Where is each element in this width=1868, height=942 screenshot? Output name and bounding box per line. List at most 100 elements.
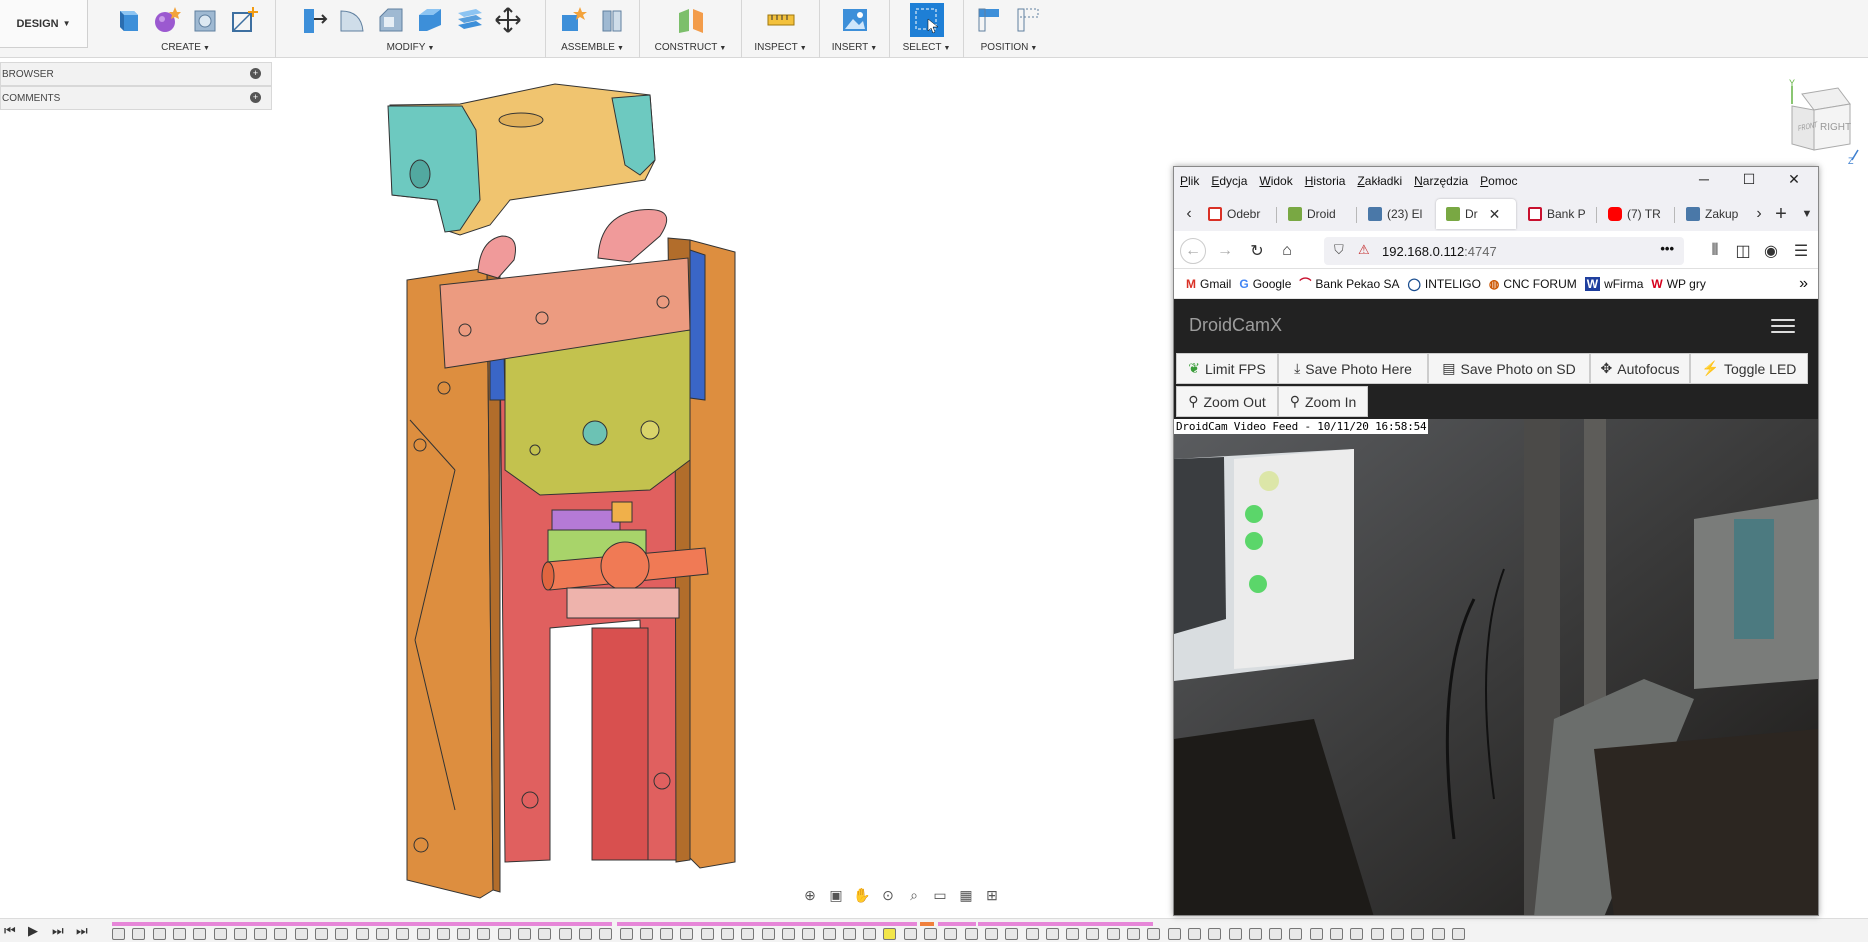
back-icon[interactable]: ← xyxy=(1180,238,1206,264)
expand-comments-icon[interactable]: + xyxy=(250,92,261,103)
create-sketch-icon[interactable] xyxy=(229,5,259,35)
new-component-assemble-icon[interactable] xyxy=(558,5,588,35)
timeline-feature-icon[interactable] xyxy=(781,928,795,940)
timeline-feature-icon[interactable] xyxy=(193,928,207,940)
hamburger-menu-icon[interactable] xyxy=(1768,315,1798,337)
save-photo-here-button[interactable]: ⤓ Save Photo Here xyxy=(1278,353,1428,384)
menu-plik[interactable]: Plik xyxy=(1180,174,1199,188)
viewports-icon[interactable]: ⊞ xyxy=(982,886,1002,904)
shell-icon[interactable] xyxy=(415,5,445,35)
forward-icon[interactable]: → xyxy=(1212,238,1238,264)
tracking-shield-icon[interactable]: ⛉ xyxy=(1334,242,1344,258)
timeline-feature-icon[interactable] xyxy=(599,928,613,940)
group-label-construct[interactable]: CONSTRUCT xyxy=(655,42,718,53)
select-icon[interactable] xyxy=(909,3,944,37)
url-bar[interactable]: ⛉ ⚠ 192.168.0.112:4747 ••• xyxy=(1324,237,1684,265)
autofocus-button[interactable]: ✥ Autofocus xyxy=(1590,353,1690,384)
timeline-feature-icon[interactable] xyxy=(172,928,186,940)
insecure-lock-icon[interactable]: ⚠ xyxy=(1358,242,1370,258)
timeline-feature-icon[interactable] xyxy=(761,928,775,940)
menu-historia[interactable]: Historia xyxy=(1305,174,1346,188)
new-component-icon[interactable] xyxy=(112,5,142,35)
timeline-feature-icon[interactable] xyxy=(1431,928,1445,940)
next-step-icon[interactable]: ⏭ xyxy=(52,923,64,939)
menu-zakladki[interactable]: Zakładki xyxy=(1357,174,1402,188)
minimize-icon[interactable]: ─ xyxy=(1684,171,1724,191)
timeline-feature-icon[interactable] xyxy=(944,928,958,940)
library-icon[interactable]: ⫴ xyxy=(1702,238,1728,264)
timeline-feature-icon[interactable] xyxy=(294,928,308,940)
timeline-feature-icon[interactable] xyxy=(1187,928,1201,940)
reload-icon[interactable]: ↻ xyxy=(1244,238,1270,264)
timeline-feature-icon[interactable] xyxy=(396,928,410,940)
list-tabs-icon[interactable]: ▼ xyxy=(1794,201,1818,227)
group-label-select[interactable]: SELECT xyxy=(903,42,942,53)
timeline-feature-icon[interactable] xyxy=(335,928,349,940)
zoom-in-button[interactable]: ⚲ Zoom In xyxy=(1278,386,1368,417)
timeline-feature-icon[interactable] xyxy=(1411,928,1425,940)
timeline-feature-icon[interactable] xyxy=(639,928,653,940)
sidebar-icon[interactable]: ◫ xyxy=(1730,238,1756,264)
workspace-switcher[interactable]: DESIGN ▼ xyxy=(0,0,88,48)
timeline-feature-icon[interactable] xyxy=(1451,928,1465,940)
timeline-feature-icon[interactable] xyxy=(1066,928,1080,940)
timeline-feature-icon[interactable] xyxy=(1045,928,1059,940)
tab-el[interactable]: (23) El xyxy=(1358,199,1434,229)
timeline-feature-icon[interactable] xyxy=(984,928,998,940)
timeline-feature-icon[interactable] xyxy=(538,928,552,940)
tab-droidcam-1[interactable]: Droid xyxy=(1278,199,1354,229)
timeline-feature-icon[interactable] xyxy=(1127,928,1140,940)
group-label-create[interactable]: CREATE xyxy=(161,42,201,53)
timeline-feature-icon[interactable] xyxy=(924,928,937,940)
bookmark-pekao[interactable]: ⌒ Bank Pekao SA xyxy=(1299,275,1399,292)
close-window-icon[interactable]: ✕ xyxy=(1774,171,1814,191)
timeline-feature-icon[interactable] xyxy=(741,928,755,940)
timeline-feature-icon[interactable] xyxy=(903,928,917,940)
last-step-icon[interactable]: ⏭ xyxy=(76,923,88,939)
timeline-feature-icon[interactable] xyxy=(700,928,714,940)
timeline-feature-icon[interactable] xyxy=(497,928,511,940)
split-body-icon[interactable] xyxy=(454,5,484,35)
timeline-feature-icon[interactable] xyxy=(1025,928,1039,940)
page-actions-icon[interactable]: ••• xyxy=(1660,241,1674,256)
tab-youtube[interactable]: (7) TR xyxy=(1598,199,1672,229)
look-at-icon[interactable]: ▣ xyxy=(826,886,846,904)
viewcube-face-right[interactable]: RIGHT xyxy=(1820,122,1851,133)
timeline-feature-icon[interactable] xyxy=(112,928,125,940)
menu-pomoc[interactable]: Pomoc xyxy=(1480,174,1517,188)
droidcam-brand[interactable]: DroidCamX xyxy=(1189,315,1282,336)
tab-gmail[interactable]: Odebr xyxy=(1198,199,1274,229)
bookmark-google[interactable]: G Google xyxy=(1239,277,1291,291)
first-step-icon[interactable]: ⏮ xyxy=(4,923,16,939)
timeline-feature-icon[interactable] xyxy=(842,928,856,940)
timeline-feature-icon[interactable] xyxy=(355,928,369,940)
group-label-assemble[interactable]: ASSEMBLE xyxy=(561,42,615,53)
timeline-feature-icon[interactable] xyxy=(1330,928,1343,940)
limit-fps-button[interactable]: ❦ Limit FPS xyxy=(1176,353,1278,384)
pan-icon[interactable]: ✋ xyxy=(852,886,872,904)
browser-panel-header[interactable]: BROWSER + xyxy=(0,62,272,86)
fillet-icon[interactable] xyxy=(337,5,367,35)
group-label-inspect[interactable]: INSPECT xyxy=(754,42,797,53)
group-label-position[interactable]: POSITION xyxy=(981,42,1029,53)
maximize-icon[interactable]: ☐ xyxy=(1729,171,1769,191)
timeline-feature-icon[interactable] xyxy=(883,928,897,940)
view-cube[interactable]: Y FRONT RIGHT Z xyxy=(1780,78,1866,168)
timeline-feature-icon[interactable] xyxy=(1248,928,1262,940)
create-form-icon[interactable] xyxy=(151,5,181,35)
app-menu-icon[interactable]: ☰ xyxy=(1788,238,1814,264)
timeline-feature-icon[interactable] xyxy=(863,928,877,940)
timeline-feature-icon[interactable] xyxy=(213,928,227,940)
bookmark-wp-gry[interactable]: W WP gry xyxy=(1651,277,1705,291)
timeline-feature-icon[interactable] xyxy=(1269,928,1283,940)
timeline-feature-icon[interactable] xyxy=(802,928,816,940)
menu-edycja[interactable]: Edycja xyxy=(1211,174,1247,188)
timeline-feature-icon[interactable] xyxy=(436,928,450,940)
timeline-feature-icon[interactable] xyxy=(152,928,166,940)
capture-position-icon[interactable] xyxy=(975,5,1005,35)
play-icon[interactable]: ▶ xyxy=(28,923,38,939)
timeline-feature-icon[interactable] xyxy=(1086,928,1100,940)
account-icon[interactable]: ◉ xyxy=(1758,238,1784,264)
revert-position-icon[interactable] xyxy=(1014,5,1044,35)
tab-bank-pekao[interactable]: Bank P xyxy=(1518,199,1594,229)
